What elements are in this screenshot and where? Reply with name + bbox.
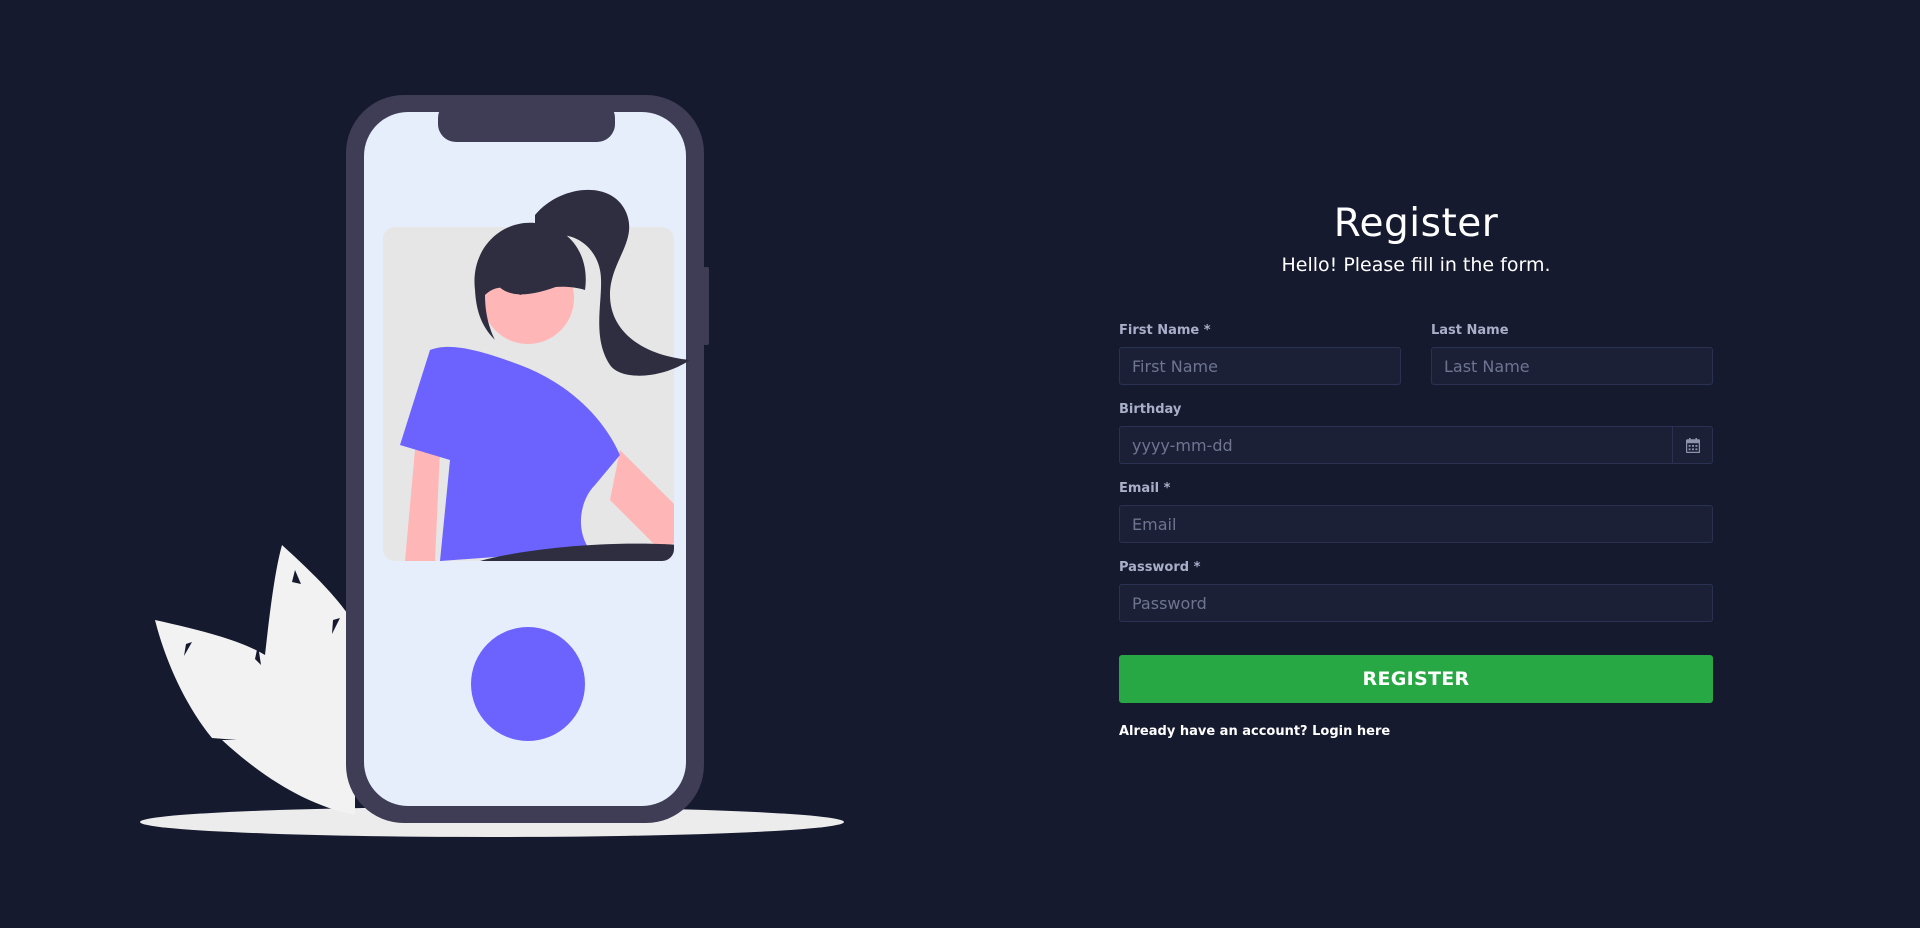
phone-illustration [140, 80, 880, 860]
calendar-button[interactable] [1673, 426, 1713, 464]
password-input[interactable] [1119, 584, 1713, 622]
last-name-group: Last Name [1431, 322, 1713, 385]
birthday-group: Birthday [1119, 401, 1713, 464]
email-input[interactable] [1119, 505, 1713, 543]
email-group: Email * [1119, 480, 1713, 543]
register-page: Register Hello! Please fill in the form.… [0, 0, 1920, 928]
register-button[interactable]: REGISTER [1119, 655, 1713, 703]
login-prompt: Already have an account? Login here [1119, 723, 1713, 741]
login-prompt-text: Already have an account? [1119, 724, 1308, 739]
birthday-input[interactable] [1119, 426, 1673, 464]
last-name-label: Last Name [1431, 323, 1509, 338]
password-label: Password * [1119, 560, 1201, 575]
birthday-date-group [1119, 426, 1713, 464]
register-form: Register Hello! Please fill in the form.… [1119, 196, 1713, 741]
name-row: First Name * Last Name [1119, 322, 1713, 385]
login-link[interactable]: Login here [1312, 724, 1390, 739]
calendar-icon [1685, 437, 1700, 453]
leaf-plant [155, 545, 355, 815]
birthday-label: Birthday [1119, 402, 1182, 417]
first-name-label: First Name * [1119, 323, 1211, 338]
email-label: Email * [1119, 481, 1171, 496]
page-title: Register [1333, 201, 1499, 246]
first-name-input[interactable] [1119, 347, 1401, 385]
page-subtitle: Hello! Please fill in the form. [1281, 254, 1551, 276]
phone-home-circle [471, 627, 585, 741]
woman-figure [383, 189, 690, 561]
last-name-input[interactable] [1431, 347, 1713, 385]
password-group: Password * [1119, 559, 1713, 622]
first-name-group: First Name * [1119, 322, 1401, 385]
